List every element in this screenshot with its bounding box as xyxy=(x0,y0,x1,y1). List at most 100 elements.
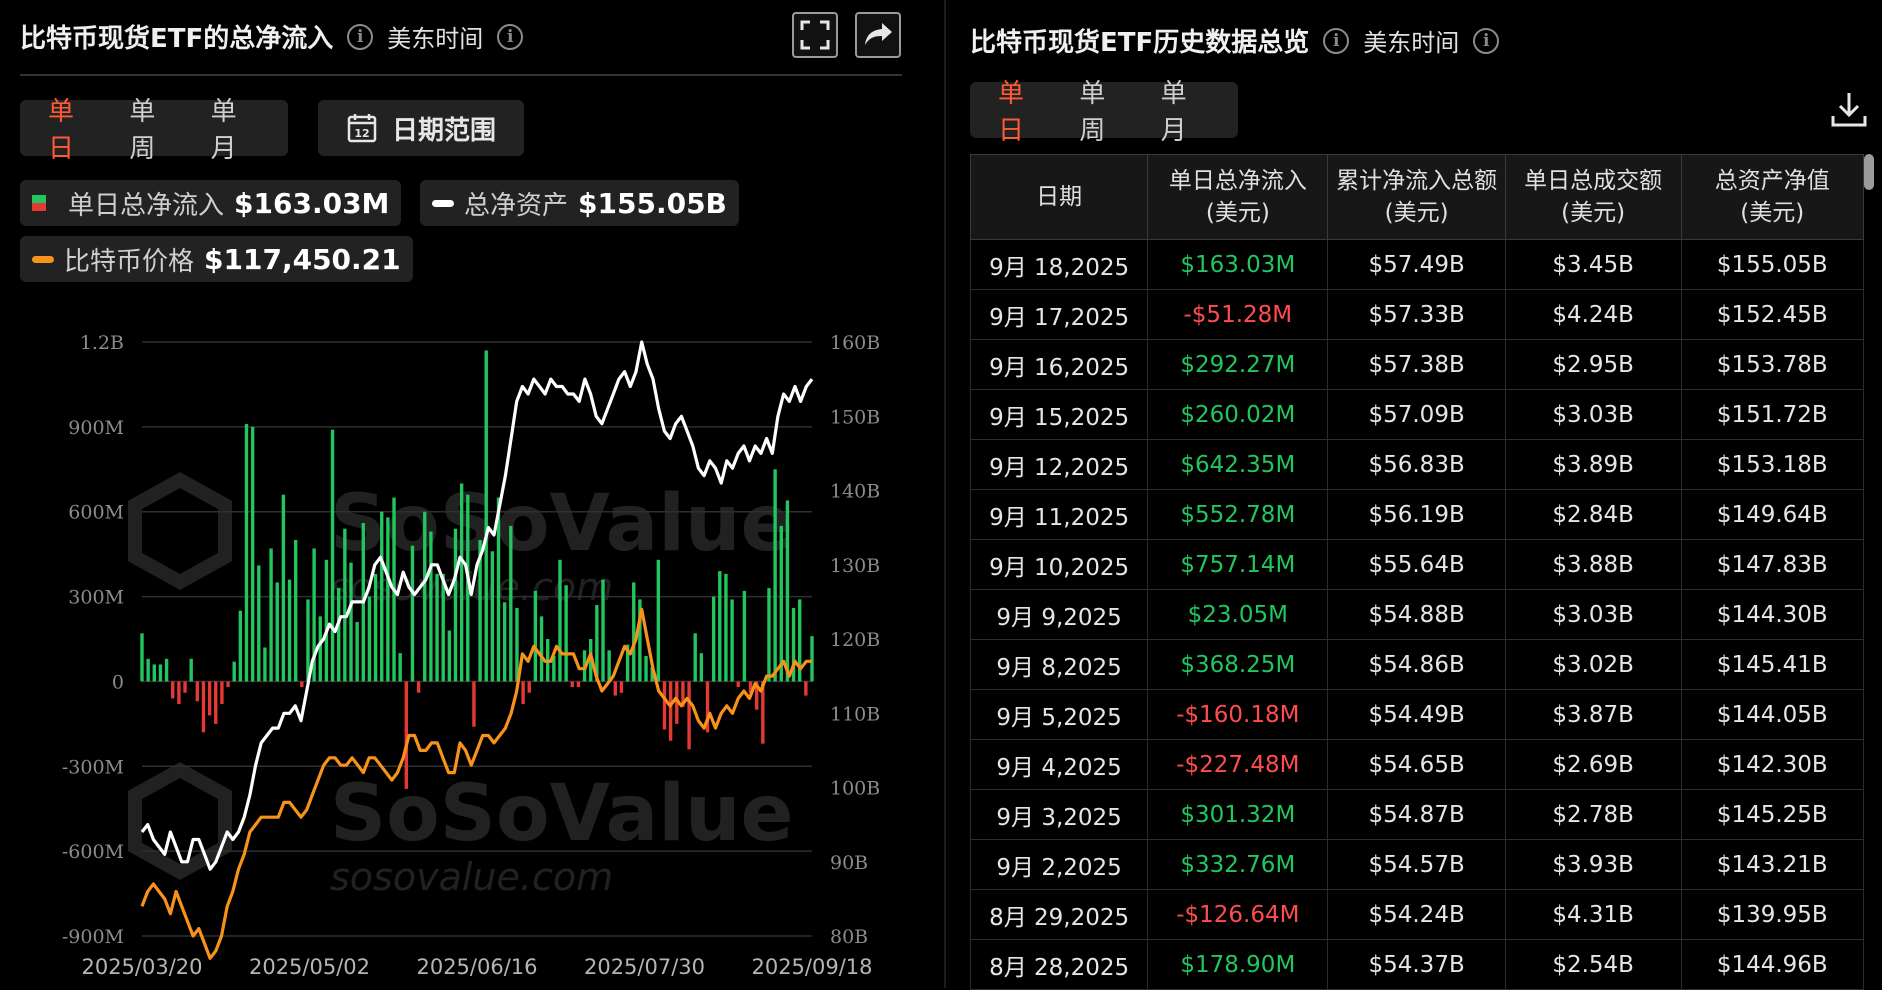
bar xyxy=(293,540,298,682)
column-header: 累计净流入总额 (美元) xyxy=(1327,154,1506,240)
table-cell: $54.57B xyxy=(1327,839,1506,890)
bar xyxy=(189,658,193,682)
bar xyxy=(423,511,427,682)
table-row[interactable]: 9月 17,2025 -$51.28M $57.33B $4.24B $152.45B xyxy=(969,289,1865,340)
bar xyxy=(644,655,648,682)
legend-total-assets[interactable]: 总净资产 $155.05B xyxy=(420,180,739,226)
bar xyxy=(300,681,304,688)
table-row[interactable]: 9月 2,2025 $332.76M $54.57B $3.93B $143.21B xyxy=(969,839,1865,890)
table-cell: $163.03M xyxy=(1147,239,1329,290)
table-cell: 9月 10,2025 xyxy=(969,539,1149,590)
history-header: 比特币现货ETF历史数据总览 i 美东时间 i xyxy=(970,22,1500,59)
table-cell: $3.89B xyxy=(1504,439,1682,490)
tab-weekly[interactable]: 单周 xyxy=(115,91,192,165)
table-cell: $57.38B xyxy=(1327,339,1506,390)
bar xyxy=(152,664,156,682)
table-cell: $332.76M xyxy=(1147,839,1329,890)
legend-label: 单日总净流入 xyxy=(68,190,225,221)
x-tick-label: 2025/07/30 xyxy=(584,955,705,979)
bar xyxy=(220,681,224,705)
y-left-tick-label: 0 xyxy=(112,671,124,693)
bar xyxy=(367,596,372,682)
bar xyxy=(564,585,568,682)
table-cell: $57.49B xyxy=(1327,239,1506,290)
period-tabs: 单日 单周 单月 xyxy=(20,97,288,164)
date-range-button[interactable]: 12 日期范围 xyxy=(318,100,525,156)
bar xyxy=(275,582,279,682)
table-cell: 9月 2,2025 xyxy=(969,839,1149,890)
table-cell: $54.65B xyxy=(1327,739,1506,790)
table-row[interactable]: 9月 16,2025 $292.27M $57.38B $2.95B $153.78B xyxy=(969,339,1865,390)
bar xyxy=(281,494,286,682)
table-cell: $152.45B xyxy=(1680,289,1865,340)
bar xyxy=(435,573,439,682)
table-row[interactable]: 9月 4,2025 -$227.48M $54.65B $2.69B $142.30B xyxy=(969,739,1865,790)
info-icon[interactable]: i xyxy=(347,23,374,50)
fullscreen-icon[interactable] xyxy=(792,12,838,58)
timezone-label: 美东时间 xyxy=(387,25,484,53)
bar xyxy=(656,559,661,682)
legend-btc-price[interactable]: 比特币价格 $117,450.21 xyxy=(20,236,413,282)
y-left-tick-label: 1.2B xyxy=(80,332,124,354)
table-cell: $144.96B xyxy=(1680,939,1865,990)
tab-daily[interactable]: 单日 xyxy=(984,73,1061,147)
tab-monthly[interactable]: 单月 xyxy=(1147,73,1224,147)
table-cell: $4.31B xyxy=(1504,889,1682,940)
bar xyxy=(318,616,322,682)
table-scrollbar[interactable] xyxy=(1864,154,1874,190)
bar xyxy=(380,511,384,682)
y-right-tick-label: 110B xyxy=(830,703,880,725)
download-icon[interactable] xyxy=(1830,90,1868,128)
bar xyxy=(459,483,464,682)
table-row[interactable]: 9月 12,2025 $642.35M $56.83B $3.89B $153.18B xyxy=(969,439,1865,490)
bar xyxy=(158,664,163,682)
bar xyxy=(767,588,771,682)
table-row[interactable]: 8月 29,2025 -$126.64M $54.24B $4.31B $139.95B xyxy=(969,889,1865,940)
bar xyxy=(238,610,243,682)
bar xyxy=(226,681,230,688)
table-cell: $54.24B xyxy=(1327,889,1506,940)
table-row[interactable]: 9月 18,2025 $163.03M $57.49B $3.45B $155.05B xyxy=(969,239,1865,290)
table-row[interactable]: 9月 8,2025 $368.25M $54.86B $3.02B $145.41B xyxy=(969,639,1865,690)
table-cell: $54.86B xyxy=(1327,639,1506,690)
table-cell: $368.25M xyxy=(1147,639,1329,690)
table-row[interactable]: 9月 9,2025 $23.05M $54.88B $3.03B $144.30B xyxy=(969,589,1865,640)
bar xyxy=(711,596,716,682)
bar xyxy=(724,573,728,682)
legend-value: $117,450.21 xyxy=(204,242,401,276)
timezone-info-icon[interactable]: i xyxy=(497,23,524,50)
column-header: 总资产净值 (美元) xyxy=(1680,154,1865,240)
table-cell: 9月 8,2025 xyxy=(969,639,1149,690)
table-row[interactable]: 9月 3,2025 $301.32M $54.87B $2.78B $145.25B xyxy=(969,789,1865,840)
table-row[interactable]: 8月 28,2025 $178.90M $54.37B $2.54B $144.96B xyxy=(969,939,1865,990)
watermark-logo: SoSoValuesosovalue.com xyxy=(128,761,793,899)
info-icon[interactable]: i xyxy=(1323,27,1350,54)
table-row[interactable]: 9月 15,2025 $260.02M $57.09B $3.03B $151.72B xyxy=(969,389,1865,440)
tab-daily[interactable]: 单日 xyxy=(34,91,111,165)
table-cell: $642.35M xyxy=(1147,439,1329,490)
y-right-tick-label: 100B xyxy=(830,778,880,800)
table-cell: 9月 3,2025 xyxy=(969,789,1149,840)
x-tick-label: 2025/06/16 xyxy=(416,955,537,979)
timezone-info-icon[interactable]: i xyxy=(1473,27,1500,54)
x-tick-label: 2025/09/18 xyxy=(751,955,872,979)
table-cell: $292.27M xyxy=(1147,339,1329,390)
table-row[interactable]: 9月 10,2025 $757.14M $55.64B $3.88B $147.83B xyxy=(969,539,1865,590)
table-row[interactable]: 9月 11,2025 $552.78M $56.19B $2.84B $149.64B xyxy=(969,489,1865,540)
bar xyxy=(337,588,341,682)
tab-weekly[interactable]: 单周 xyxy=(1065,73,1142,147)
y-right-tick-label: 120B xyxy=(830,629,880,651)
tab-monthly[interactable]: 单月 xyxy=(197,91,274,165)
table-cell: $3.03B xyxy=(1504,389,1682,440)
table-cell: $54.37B xyxy=(1327,939,1506,990)
inflow-chart[interactable]: SoSoValuesosovalue.comSoSoValuesosovalue… xyxy=(0,320,944,988)
table-row[interactable]: 9月 5,2025 -$160.18M $54.49B $3.87B $144.05B xyxy=(969,689,1865,740)
share-icon[interactable] xyxy=(855,12,901,58)
legend-net-inflow[interactable]: 单日总净流入 $163.03M xyxy=(20,180,402,226)
table-cell: $2.95B xyxy=(1504,339,1682,390)
y-right-tick-label: 150B xyxy=(830,406,880,428)
table-cell: 9月 15,2025 xyxy=(969,389,1149,440)
bar xyxy=(699,653,704,682)
table-cell: $139.95B xyxy=(1680,889,1865,940)
bar xyxy=(250,426,255,682)
